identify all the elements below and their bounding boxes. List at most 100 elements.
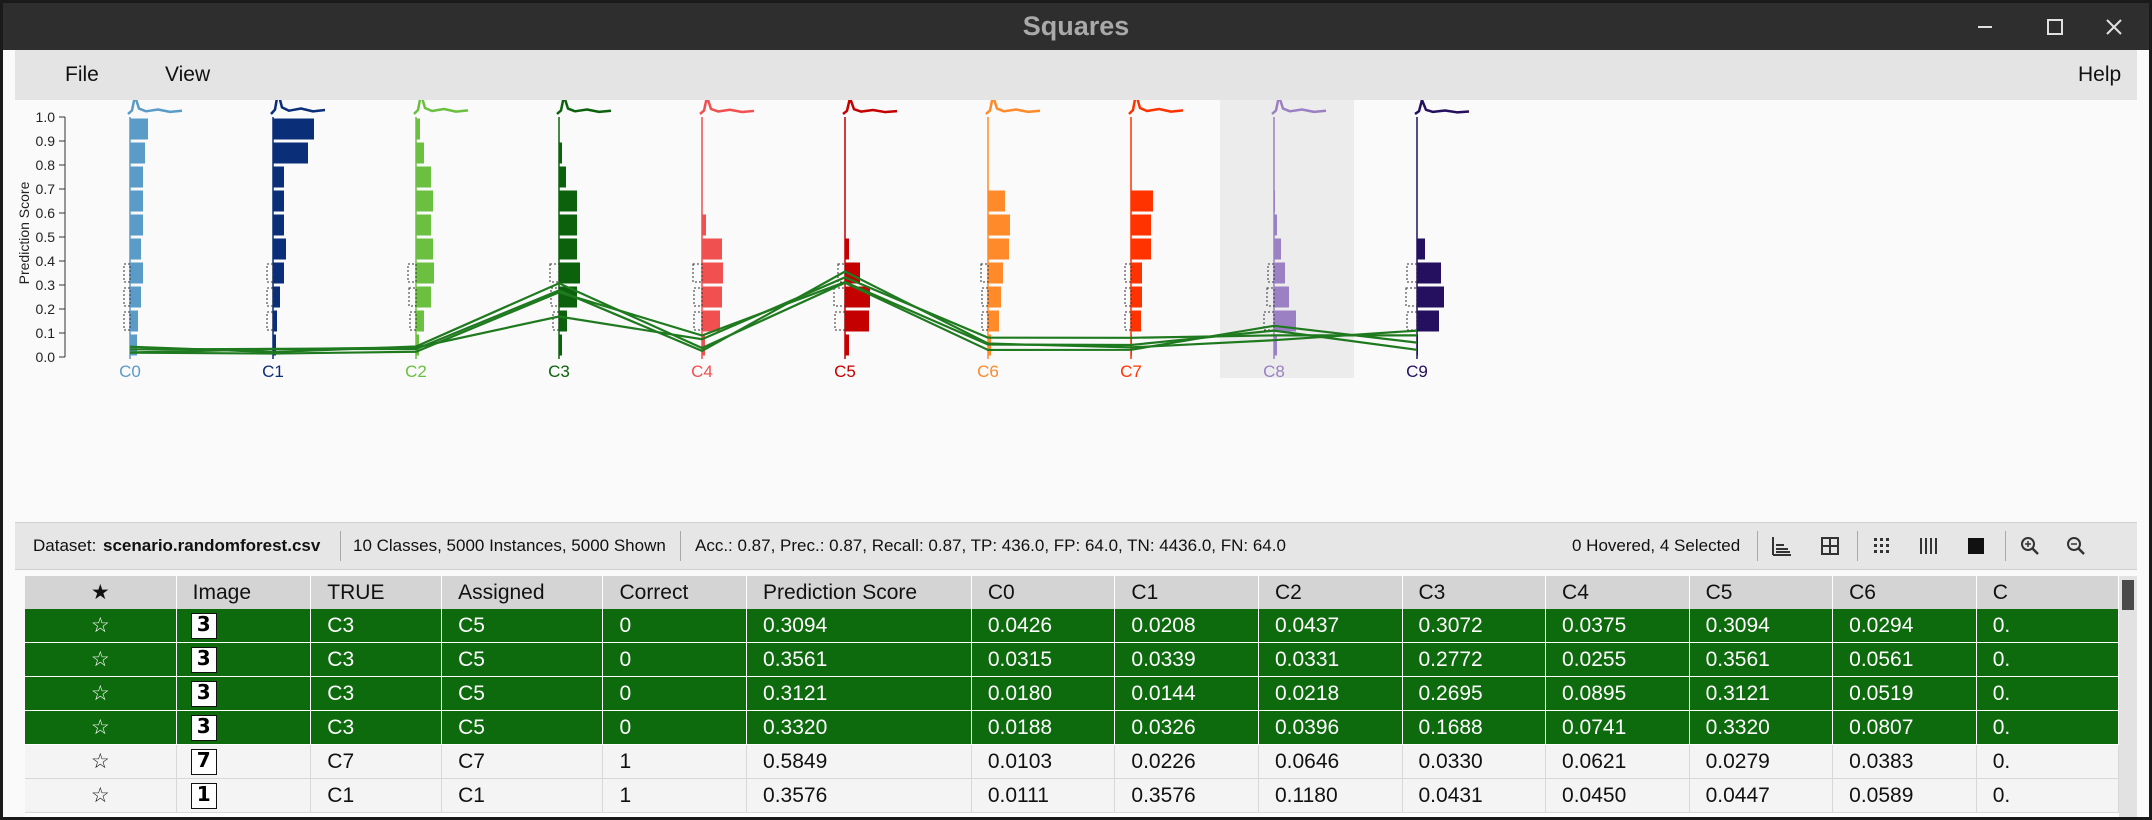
column-header-image[interactable]: Image xyxy=(176,576,312,609)
histogram-bar[interactable] xyxy=(559,190,577,212)
histogram-bar[interactable] xyxy=(702,310,720,332)
histogram-bar[interactable] xyxy=(1131,286,1142,308)
histogram-bar[interactable] xyxy=(273,166,284,188)
histogram-bar[interactable] xyxy=(1417,238,1425,260)
table-scrollbar[interactable] xyxy=(2119,576,2137,817)
histogram-bar[interactable] xyxy=(416,118,420,140)
error-stack[interactable] xyxy=(266,287,274,307)
error-stack[interactable] xyxy=(981,287,989,307)
histogram-bar[interactable] xyxy=(130,166,143,188)
histogram-bar[interactable] xyxy=(702,286,722,308)
error-stack[interactable] xyxy=(409,311,417,331)
squares-chart[interactable]: 0.0 0.1 0.2 0.3 0.4 0.5 0.6 0.7 0.8 0.9 1.0 Predict… xyxy=(15,100,2137,522)
histogram-bar[interactable] xyxy=(273,214,284,236)
class-label-c0[interactable]: C0 xyxy=(119,362,141,381)
histogram-bar[interactable] xyxy=(416,238,433,260)
class-label-c5[interactable]: C5 xyxy=(834,362,856,381)
grid-mode-button[interactable] xyxy=(1815,531,1845,561)
histogram-bar[interactable] xyxy=(416,214,431,236)
menu-view[interactable]: View xyxy=(165,50,210,100)
error-stack[interactable] xyxy=(549,263,560,283)
histogram-bar[interactable] xyxy=(130,310,138,332)
column-header-c3[interactable]: C3 xyxy=(1402,576,1547,609)
class-label-c8[interactable]: C8 xyxy=(1263,362,1285,381)
histogram-bar[interactable] xyxy=(1131,238,1151,260)
table-row[interactable]: ☆ 7 C7 C7 1 0.5849 0.0103 0.0226 0.0646 0.0330 0.0… xyxy=(25,744,2119,779)
histogram-bar[interactable] xyxy=(702,262,723,284)
close-button[interactable] xyxy=(2079,3,2149,50)
column-header-true[interactable]: TRUE xyxy=(310,576,443,609)
histogram-bar[interactable] xyxy=(416,190,433,212)
histogram-bar[interactable] xyxy=(130,238,141,260)
stripes-style-button[interactable] xyxy=(1913,531,1943,561)
table-row[interactable]: ☆ 3 C3 C5 0 0.3121 0.0180 0.0144 0.0218 0.2695 0.0… xyxy=(25,676,2119,711)
class-label-c3[interactable]: C3 xyxy=(548,362,570,381)
histogram-bar[interactable] xyxy=(130,214,143,236)
histogram-bar[interactable] xyxy=(845,334,849,356)
error-stack[interactable] xyxy=(1406,311,1418,331)
histogram-bar[interactable] xyxy=(988,214,1010,236)
error-stack[interactable] xyxy=(1406,263,1418,283)
column-header-c[interactable]: C xyxy=(1976,576,2119,609)
histogram-bar[interactable] xyxy=(988,190,1005,212)
histogram-bar[interactable] xyxy=(988,262,1003,284)
error-stack[interactable] xyxy=(693,287,703,307)
histogram-bar[interactable] xyxy=(559,238,577,260)
class-label-c6[interactable]: C6 xyxy=(977,362,999,381)
menu-file[interactable]: File xyxy=(65,50,99,100)
error-stack[interactable] xyxy=(552,311,560,331)
histogram-bar[interactable] xyxy=(416,142,424,164)
class-label-c2[interactable]: C2 xyxy=(405,362,427,381)
histogram-bar[interactable] xyxy=(273,190,284,212)
histogram-bar[interactable] xyxy=(559,166,566,188)
histogram-bar[interactable] xyxy=(988,286,1001,308)
class-label-c9[interactable]: C9 xyxy=(1406,362,1428,381)
histogram-bar[interactable] xyxy=(273,118,314,140)
histogram-bar[interactable] xyxy=(416,286,431,308)
histogram-bar[interactable] xyxy=(559,310,567,332)
histogram-bar[interactable] xyxy=(1417,334,1418,356)
dots-style-button[interactable] xyxy=(1867,531,1897,561)
error-stack[interactable] xyxy=(407,263,417,283)
histogram-bar[interactable] xyxy=(273,310,277,332)
column-header-c1[interactable]: C1 xyxy=(1114,576,1259,609)
error-stack[interactable] xyxy=(692,263,703,283)
histogram-bar[interactable] xyxy=(130,142,145,164)
instance-table[interactable]: ★ Image TRUE Assigned Correct Prediction Scor… xyxy=(25,576,2119,817)
histogram-bar[interactable] xyxy=(559,214,577,236)
histogram-bar[interactable] xyxy=(1131,262,1142,284)
histogram-bar[interactable] xyxy=(559,142,562,164)
histogram-bar[interactable] xyxy=(1417,262,1441,284)
table-row[interactable]: ☆ 1 C1 C1 1 0.3576 0.0111 0.3576 0.1180 0.0431 0.0… xyxy=(25,778,2119,813)
histogram-bar[interactable] xyxy=(1131,214,1151,236)
table-row[interactable]: ☆ 3 C3 C5 0 0.3320 0.0188 0.0326 0.0396 0.1688 0.0… xyxy=(25,710,2119,745)
error-stack[interactable] xyxy=(1124,263,1132,283)
error-stack[interactable] xyxy=(981,311,989,331)
minimize-button[interactable] xyxy=(1950,3,2020,50)
histogram-bar[interactable] xyxy=(702,214,706,236)
histogram-bar[interactable] xyxy=(1417,286,1444,308)
star-toggle-icon[interactable]: ☆ xyxy=(25,609,177,643)
histogram-bar[interactable] xyxy=(273,238,286,260)
error-stack[interactable] xyxy=(833,287,846,307)
star-toggle-icon[interactable]: ☆ xyxy=(25,642,177,677)
error-stack[interactable] xyxy=(834,311,846,331)
zoom-in-button[interactable] xyxy=(2015,531,2045,561)
histogram-bar[interactable] xyxy=(1417,310,1439,332)
column-header-assigned[interactable]: Assigned xyxy=(441,576,604,609)
error-stack[interactable] xyxy=(1124,311,1132,331)
error-stack[interactable] xyxy=(1405,287,1418,307)
star-toggle-icon[interactable]: ☆ xyxy=(25,676,177,711)
class-label-c7[interactable]: C7 xyxy=(1120,362,1142,381)
histogram-bar[interactable] xyxy=(130,286,141,308)
column-header-correct[interactable]: Correct xyxy=(602,576,748,609)
histogram-bar[interactable] xyxy=(559,262,580,284)
histogram-bar[interactable] xyxy=(1274,214,1277,236)
column-header-prediction-score[interactable]: Prediction Score xyxy=(746,576,972,609)
histogram-bar[interactable] xyxy=(702,238,722,260)
histogram-bar[interactable] xyxy=(416,310,424,332)
histogram-bar[interactable] xyxy=(559,334,562,356)
histogram-bar[interactable] xyxy=(1274,190,1275,212)
histogram-bar[interactable] xyxy=(988,310,999,332)
error-stack[interactable] xyxy=(123,263,131,283)
